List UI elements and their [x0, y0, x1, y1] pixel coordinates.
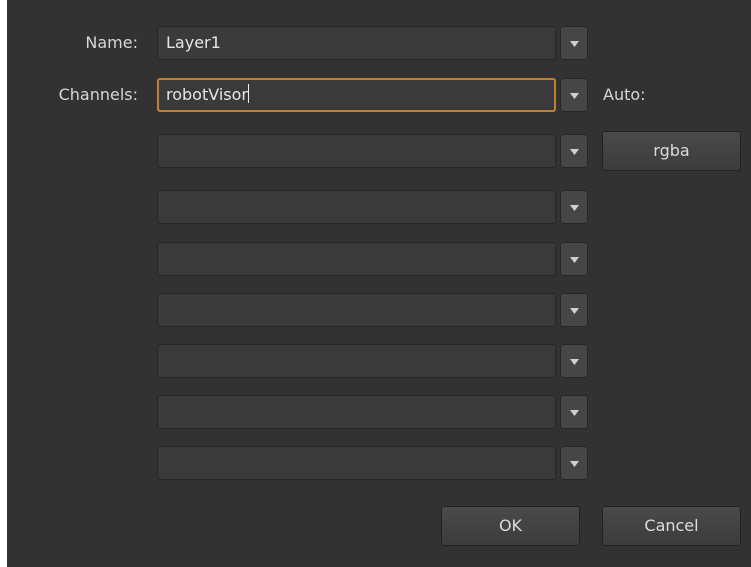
channel-dropdown-button[interactable] — [560, 446, 588, 480]
channel-combobox[interactable] — [157, 242, 588, 276]
chevron-down-icon — [570, 257, 579, 263]
channel-dropdown-button[interactable] — [560, 395, 588, 429]
name-combobox[interactable]: Layer1 — [157, 26, 588, 60]
ok-button[interactable]: OK — [441, 506, 580, 546]
channel-field[interactable] — [157, 134, 556, 168]
channel-dropdown-button[interactable] — [560, 78, 588, 112]
channel-combobox[interactable] — [157, 395, 588, 429]
channels-label: Channels: — [58, 85, 138, 104]
channel-field[interactable] — [157, 395, 556, 429]
text-cursor — [247, 84, 249, 103]
cancel-button[interactable]: Cancel — [602, 506, 741, 546]
chevron-down-icon — [570, 308, 579, 314]
channel-dropdown-button[interactable] — [560, 190, 588, 224]
channel-combobox[interactable] — [157, 446, 588, 480]
channel-field[interactable]: robotVisor — [157, 78, 556, 112]
channel-field[interactable] — [157, 293, 556, 327]
channel-dropdown-button[interactable] — [560, 293, 588, 327]
channel-field[interactable] — [157, 344, 556, 378]
chevron-down-icon — [570, 149, 579, 155]
auto-label: Auto: — [603, 85, 646, 104]
rgba-button[interactable]: rgba — [602, 131, 741, 171]
name-dropdown-button[interactable] — [560, 26, 588, 60]
chevron-down-icon — [570, 461, 579, 467]
chevron-down-icon — [570, 359, 579, 365]
channel-field[interactable] — [157, 446, 556, 480]
channel-field[interactable] — [157, 242, 556, 276]
channel-dropdown-button[interactable] — [560, 344, 588, 378]
channel-combobox[interactable] — [157, 190, 588, 224]
name-label: Name: — [85, 33, 138, 52]
new-layer-dialog: Name: Layer1 Channels: robotVisor Auto: … — [7, 0, 751, 567]
chevron-down-icon — [570, 205, 579, 211]
channel-combobox[interactable]: robotVisor — [157, 78, 588, 112]
channel-combobox[interactable] — [157, 344, 588, 378]
channel-dropdown-button[interactable] — [560, 134, 588, 168]
chevron-down-icon — [570, 93, 579, 99]
chevron-down-icon — [570, 410, 579, 416]
channel-dropdown-button[interactable] — [560, 242, 588, 276]
name-field[interactable]: Layer1 — [157, 26, 556, 60]
channel-combobox[interactable] — [157, 134, 588, 168]
channel-combobox[interactable] — [157, 293, 588, 327]
chevron-down-icon — [570, 41, 579, 47]
channel-field[interactable] — [157, 190, 556, 224]
channel-value: robotVisor — [166, 85, 248, 104]
